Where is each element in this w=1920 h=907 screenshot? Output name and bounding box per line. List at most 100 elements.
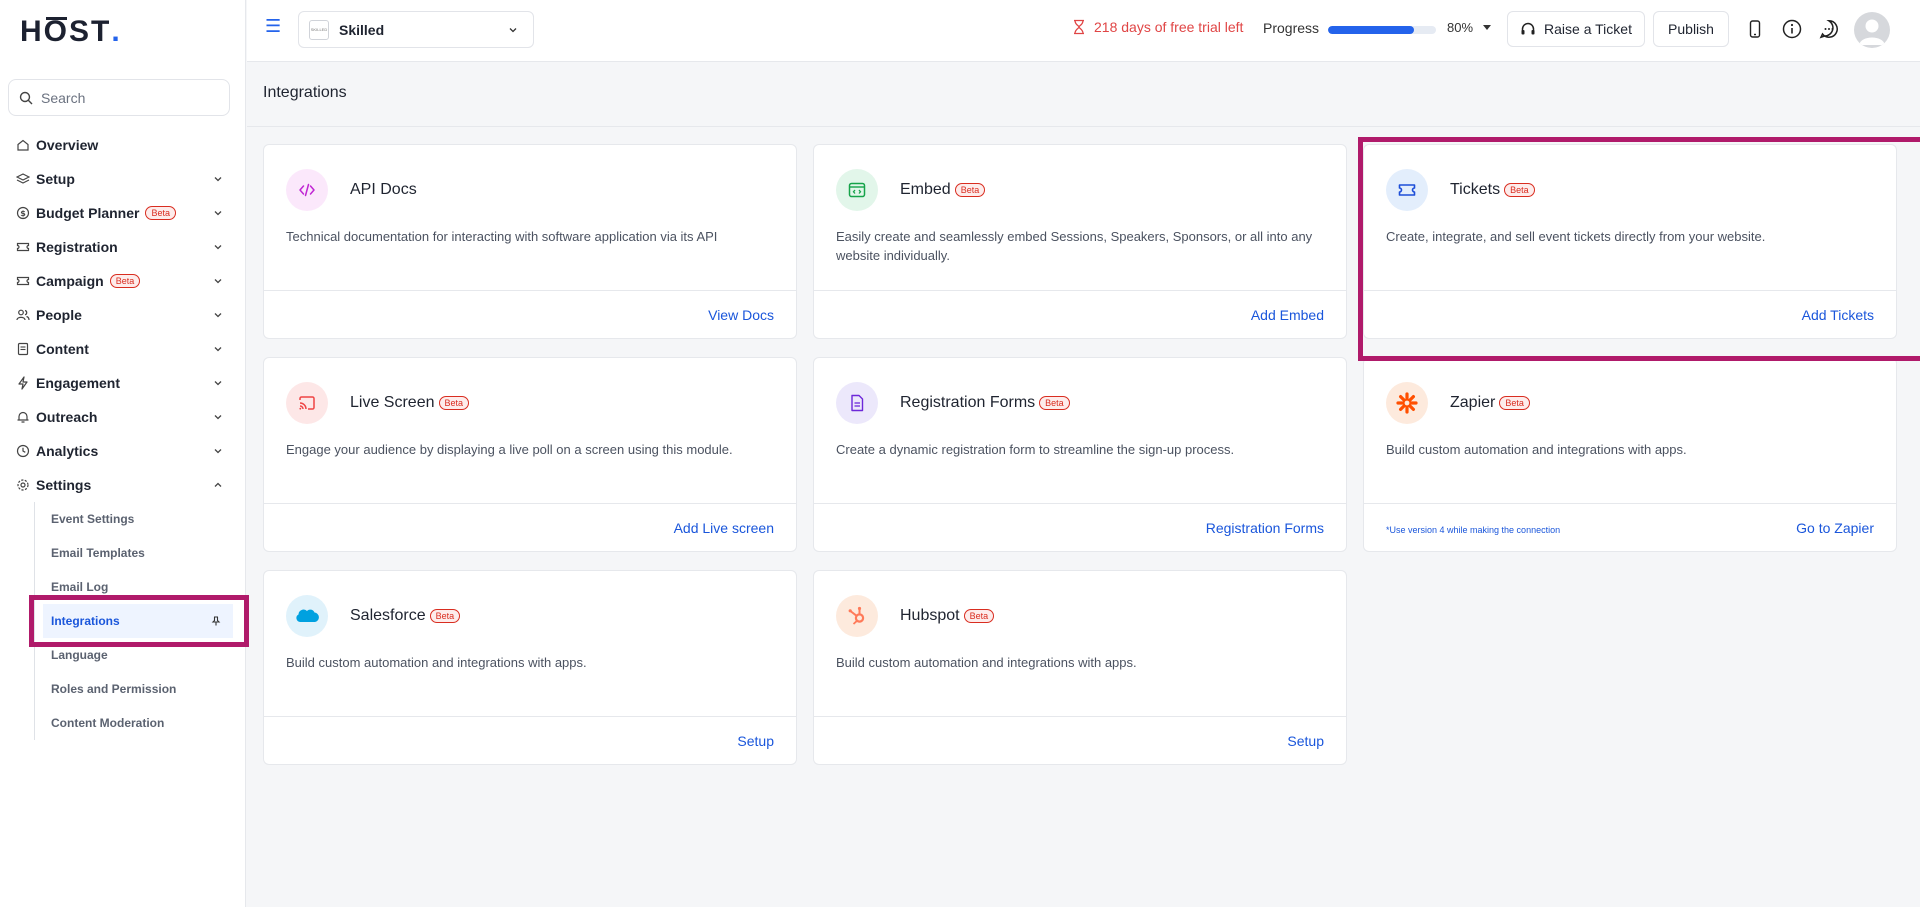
- sidebar-subitem-content-moderation[interactable]: Content Moderation: [35, 706, 246, 740]
- sidebar-item-label: Budget Planner: [36, 205, 140, 221]
- sidebar-item-analytics[interactable]: Analytics: [0, 434, 246, 468]
- progress-label: Progress: [1263, 20, 1320, 36]
- mobile-icon[interactable]: [1744, 18, 1766, 40]
- beta-badge: Beta: [145, 206, 176, 220]
- sidebar-item-label: People: [36, 307, 82, 323]
- chevron-down-icon: [214, 177, 222, 182]
- divider: [814, 716, 1346, 717]
- sidebar-item-label: Analytics: [36, 443, 99, 459]
- sidebar-item-overview[interactable]: Overview: [0, 128, 246, 162]
- divider: [264, 290, 796, 291]
- card-title-text: Embed: [900, 181, 951, 198]
- beta-badge: Beta: [1039, 396, 1070, 410]
- svg-text:$: $: [20, 209, 26, 218]
- publish-button[interactable]: Publish: [1653, 11, 1729, 47]
- sidebar-item-registration[interactable]: Registration: [0, 230, 246, 264]
- chat-icon[interactable]: [1818, 18, 1840, 40]
- caret-down-icon: [1483, 25, 1492, 30]
- menu-icon[interactable]: ☰: [265, 16, 281, 37]
- sidebar-item-content[interactable]: Content: [0, 332, 246, 366]
- sidebar-item-label: Registration: [36, 239, 118, 255]
- divider: [814, 290, 1346, 291]
- chevron-down-icon: [214, 415, 222, 420]
- progress-percent: 80%: [1447, 20, 1474, 35]
- card-title-text: Zapier: [1450, 394, 1496, 411]
- clock-icon: [16, 444, 30, 458]
- view-docs-link[interactable]: View Docs: [708, 307, 774, 323]
- card-title-text: API Docs: [350, 181, 417, 198]
- page-title: Integrations: [263, 84, 347, 101]
- raise-ticket-button[interactable]: Raise a Ticket: [1507, 11, 1645, 47]
- beta-badge: Beta: [1499, 396, 1530, 410]
- chevron-up-icon: [214, 482, 222, 487]
- divider: [247, 126, 1920, 127]
- sidebar-subitem-email-templates[interactable]: Email Templates: [35, 536, 246, 570]
- integration-card-zapier: Zapier Beta Build custom automation and i…: [1363, 357, 1897, 552]
- beta-badge: Beta: [963, 609, 995, 623]
- card-title-text: Live Screen: [350, 394, 435, 411]
- chevron-down-icon: [214, 279, 222, 284]
- progress-bar: [1328, 26, 1436, 34]
- sidebar-item-label: Overview: [36, 137, 99, 153]
- raise-ticket-label: Raise a Ticket: [1544, 21, 1632, 37]
- trial-text: 218 days of free trial left: [1094, 19, 1244, 35]
- card-description: Build custom automation and integrations…: [286, 655, 587, 670]
- registration-forms-link[interactable]: Registration Forms: [1206, 520, 1324, 536]
- sidebar-item-label: Settings: [36, 477, 92, 493]
- integration-card-api-docs: API Docs Technical documentation for int…: [263, 144, 797, 339]
- event-selector[interactable]: SKILLED Skilled: [298, 11, 534, 48]
- divider: [814, 503, 1346, 504]
- card-description: Build custom automation and integrations…: [836, 655, 1137, 670]
- gear-icon: [16, 478, 30, 492]
- card-description: Create a dynamic registration form to st…: [836, 442, 1235, 457]
- beta-badge: Beta: [438, 396, 470, 410]
- hubspot-setup-link[interactable]: Setup: [1287, 733, 1324, 749]
- sidebar-subitem-event-settings[interactable]: Event Settings: [35, 502, 246, 536]
- card-title-text: Hubspot: [900, 607, 960, 624]
- sidebar-item-settings[interactable]: Settings: [0, 468, 246, 502]
- sidebar-item-setup[interactable]: Setup: [0, 162, 246, 196]
- headset-icon: [1521, 22, 1535, 35]
- avatar[interactable]: [1854, 12, 1890, 48]
- version-note: *Use version 4 while making the connecti…: [1386, 525, 1561, 535]
- logo-text-h: H: [20, 15, 44, 48]
- host-logo[interactable]: H O ST.: [20, 12, 122, 52]
- sidebar-item-outreach[interactable]: Outreach: [0, 400, 246, 434]
- salesforce-icon: [286, 595, 328, 637]
- card-title: Salesforce Beta: [350, 607, 461, 625]
- integration-card-hubspot: Hubspot Beta Build custom automation and …: [813, 570, 1347, 765]
- search-icon: [19, 91, 33, 104]
- card-title: Registration Forms Beta: [900, 394, 1070, 412]
- card-title-text: Registration Forms: [900, 394, 1036, 411]
- search-box[interactable]: [8, 79, 230, 116]
- card-description: Easily create and seamlessly embed Sessi…: [836, 229, 1313, 263]
- progress-dropdown[interactable]: 80%: [1447, 20, 1492, 35]
- sidebar-item-engagement[interactable]: Engagement: [0, 366, 246, 400]
- ticket-icon: [16, 274, 30, 288]
- home-icon: [16, 138, 30, 152]
- divider: [1364, 503, 1896, 504]
- chevron-down-icon: [214, 313, 222, 318]
- sidebar-subitem-roles-and-permission[interactable]: Roles and Permission: [35, 672, 246, 706]
- search-input[interactable]: [41, 89, 221, 106]
- highlight-box-integrations: [29, 595, 249, 647]
- sidebar-item-campaign[interactable]: Campaign Beta: [0, 264, 246, 298]
- info-icon[interactable]: [1781, 18, 1803, 40]
- sidebar-item-label: Outreach: [36, 409, 98, 425]
- sidebar-item-budget-planner[interactable]: $ Budget Planner Beta: [0, 196, 246, 230]
- bolt-icon: [16, 376, 30, 390]
- add-embed-link[interactable]: Add Embed: [1251, 307, 1324, 323]
- chevron-down-icon: [214, 211, 222, 216]
- card-title-text: Salesforce: [350, 607, 426, 624]
- go-to-zapier-link[interactable]: Go to Zapier: [1796, 520, 1874, 536]
- hubspot-icon: [836, 595, 878, 637]
- add-live-screen-link[interactable]: Add Live screen: [674, 520, 774, 536]
- topbar: ☰ SKILLED Skilled 218 days of free trial…: [247, 0, 1920, 62]
- integration-card-registration-forms: Registration Forms Beta Create a dynamic …: [813, 357, 1347, 552]
- sidebar-item-people[interactable]: People: [0, 298, 246, 332]
- integration-card-live-screen: Live Screen Beta Engage your audience by …: [263, 357, 797, 552]
- sidebar-item-label: Campaign: [36, 273, 104, 289]
- users-icon: [16, 308, 30, 322]
- layers-icon: [16, 172, 30, 186]
- salesforce-setup-link[interactable]: Setup: [737, 733, 774, 749]
